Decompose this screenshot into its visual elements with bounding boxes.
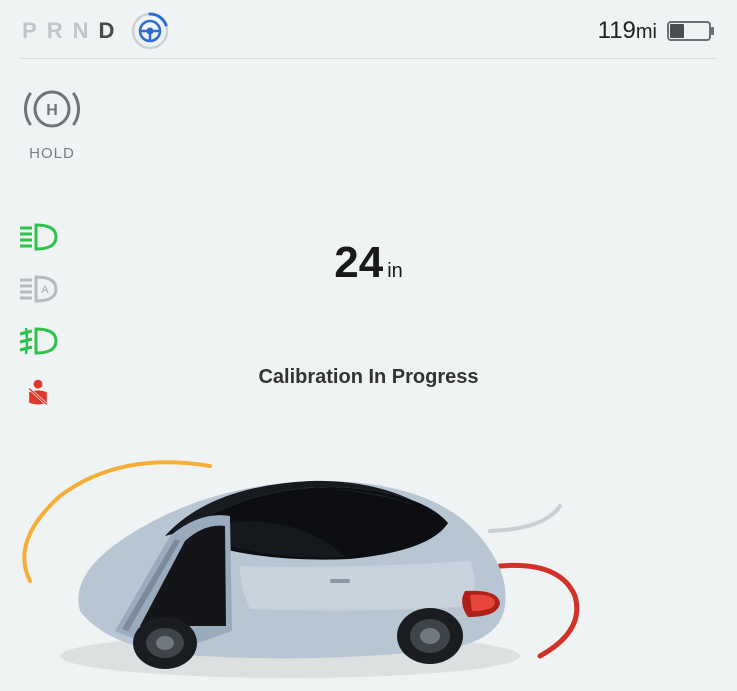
brake-hold-icon: H xyxy=(22,84,82,134)
gear-selector: P R N D xyxy=(22,18,118,44)
distance-value: 24 xyxy=(334,238,383,287)
gear-p: P xyxy=(22,18,41,44)
distance-unit: in xyxy=(387,260,403,282)
range-display: 119mi xyxy=(598,17,657,45)
range-value: 119 xyxy=(598,17,636,44)
status-message: Calibration In Progress xyxy=(258,366,478,389)
headlight-high-icon xyxy=(18,222,58,252)
range-unit: mi xyxy=(636,21,657,43)
seatbelt-icon xyxy=(18,378,58,408)
distance-display: 24in xyxy=(258,238,478,288)
center-content: 24in Calibration In Progress xyxy=(258,238,478,389)
vehicle-visualization xyxy=(0,431,737,691)
indicator-column: A xyxy=(18,222,58,408)
top-bar: P R N D 119mi xyxy=(0,0,737,58)
hold-label: HOLD xyxy=(20,145,84,162)
top-bar-right: 119mi xyxy=(598,17,715,45)
battery-icon xyxy=(667,19,715,43)
svg-text:A: A xyxy=(41,284,49,296)
gear-n: N xyxy=(73,18,93,44)
divider xyxy=(20,58,717,59)
foglight-icon xyxy=(18,326,58,356)
headlight-auto-icon: A xyxy=(18,274,58,304)
gear-d: D xyxy=(98,18,118,44)
svg-text:H: H xyxy=(46,102,58,119)
autosteer-icon xyxy=(130,11,170,51)
gear-r: R xyxy=(47,18,67,44)
car-body xyxy=(78,481,505,669)
hold-indicator: H HOLD xyxy=(20,84,84,162)
top-bar-left: P R N D xyxy=(22,11,170,51)
